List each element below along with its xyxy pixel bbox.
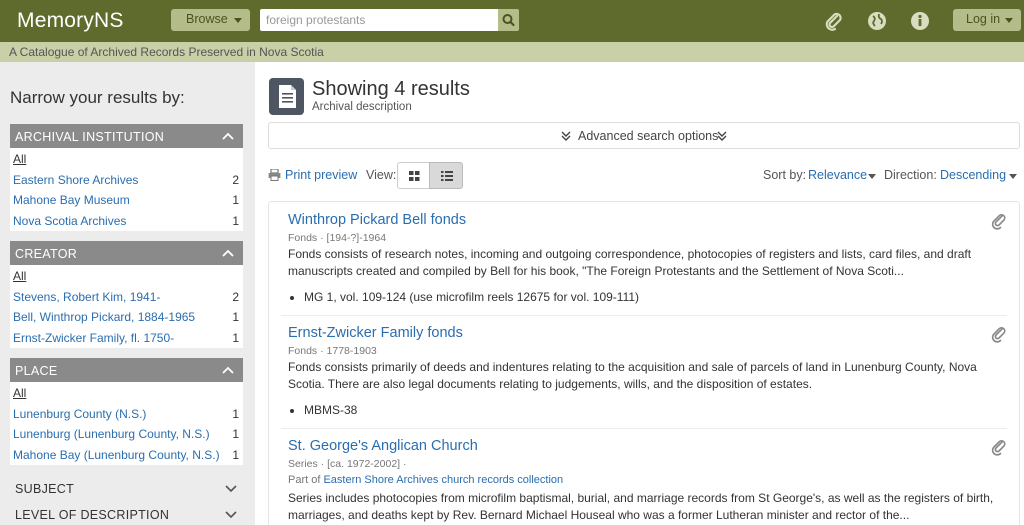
paperclip-icon[interactable] [991, 438, 1007, 456]
globe-icon[interactable] [866, 10, 888, 32]
facet-item-all[interactable]: All [10, 148, 243, 169]
facet-header[interactable]: ARCHIVAL INSTITUTION [10, 124, 243, 148]
printer-icon [268, 168, 281, 181]
paperclip-icon[interactable] [991, 212, 1007, 230]
facet-item[interactable]: Eastern Shore Archives 2 [10, 169, 243, 190]
facet-count: 1 [232, 193, 239, 208]
facet-count: 1 [232, 427, 239, 442]
card-view-button[interactable] [397, 162, 430, 189]
archival-description-icon [269, 78, 304, 115]
result-description: Fonds consists of research notes, incomi… [288, 247, 972, 278]
chevron-down-icon [225, 511, 237, 519]
login-button[interactable]: Log in [953, 9, 1021, 31]
facet-title: ARCHIVAL INSTITUTION [15, 130, 165, 144]
chevron-down-icon [225, 485, 237, 493]
site-tagline: A Catalogue of Archived Records Preserve… [9, 45, 324, 59]
facet-creator: CREATOR All Stevens, Robert Kim, 1941- 2 … [10, 241, 243, 348]
info-icon[interactable] [909, 10, 931, 32]
results-toolbar: Print preview View: Sort by: Relevance D… [268, 162, 1020, 190]
facet-item[interactable]: Lunenburg (Lunenburg County, N.S.) 1 [10, 423, 243, 444]
table-view-button[interactable] [429, 162, 463, 189]
direction-label: Direction: [884, 168, 937, 182]
result-title-link[interactable]: Ernst-Zwicker Family fonds [288, 325, 463, 341]
caret-down-icon[interactable] [868, 174, 876, 179]
chevron-up-icon [222, 132, 234, 140]
grid-icon [409, 171, 420, 181]
result-description: Series includes photocopies from microfi… [288, 491, 994, 522]
facet-title: CREATOR [15, 247, 78, 261]
result-meta: Series · [ca. 1972-2002] · [288, 458, 407, 470]
results-subheading: Archival description [312, 101, 412, 113]
facet-item[interactable]: Stevens, Robert Kim, 1941- 2 [10, 286, 243, 307]
sidebar-title: Narrow your results by: [10, 88, 185, 107]
chevron-up-icon [222, 249, 234, 257]
facet-title: SUBJECT [15, 482, 75, 496]
facet-count: 2 [232, 172, 239, 187]
facet-archival-institution: ARCHIVAL INSTITUTION All Eastern Shore A… [10, 124, 243, 231]
login-label: Log in [966, 12, 1001, 26]
browse-label: Browse [186, 12, 228, 26]
part-of-link[interactable]: Eastern Shore Archives church records co… [323, 474, 563, 486]
result-divider [281, 315, 1007, 316]
facet-item[interactable]: Lunenburg County (N.S.) 1 [10, 403, 243, 424]
caret-down-icon [1005, 18, 1013, 23]
double-chevron-down-icon [561, 131, 571, 141]
paperclip-icon[interactable] [991, 325, 1007, 343]
facet-count: 1 [232, 406, 239, 421]
caret-down-icon[interactable] [1009, 174, 1017, 179]
facet-level-of-description[interactable]: LEVEL OF DESCRIPTION [10, 502, 243, 525]
result-divider [281, 428, 1007, 429]
sort-dropdown[interactable]: Relevance [808, 168, 867, 182]
facet-count: 2 [232, 289, 239, 304]
print-preview-link[interactable]: Print preview [268, 168, 357, 182]
facet-count: 1 [232, 310, 239, 325]
result-title-link[interactable]: St. George's Anglican Church [288, 438, 478, 454]
result-description: Fonds consists primarily of deeds and in… [288, 360, 977, 391]
facet-item[interactable]: Bell, Winthrop Pickard, 1884-1965 1 [10, 306, 243, 327]
search-icon [502, 14, 515, 27]
sort-label: Sort by: [763, 168, 807, 182]
top-navbar: MemoryNS Browse Log in [0, 0, 1024, 42]
print-preview-label: Print preview [285, 168, 358, 182]
chevron-up-icon [222, 366, 234, 374]
result-reference: MBMS-38 [289, 403, 358, 417]
advanced-search-toggle[interactable]: Advanced search options [268, 122, 1020, 149]
facet-count: 1 [232, 214, 239, 229]
search-button[interactable] [498, 9, 519, 31]
tagline-bar: A Catalogue of Archived Records Preserve… [0, 42, 1024, 62]
list-icon [441, 171, 453, 181]
facet-place: PLACE All Lunenburg County (N.S.) 1 Lunen… [10, 358, 243, 465]
direction-dropdown[interactable]: Descending [940, 168, 1006, 182]
results-heading: Showing 4 results [312, 78, 470, 100]
facet-item[interactable]: Mahone Bay Museum 1 [10, 189, 243, 210]
facet-header[interactable]: PLACE [10, 358, 243, 382]
facet-subject[interactable]: SUBJECT [10, 476, 243, 500]
facet-count: 1 [232, 448, 239, 463]
facet-count: 1 [232, 331, 239, 346]
site-logo[interactable]: MemoryNS [17, 9, 124, 33]
facet-header[interactable]: CREATOR [10, 241, 243, 265]
result-part-of: Part of Eastern Shore Archives church re… [288, 474, 564, 486]
clipboard-icon[interactable] [823, 10, 845, 32]
browse-menu-button[interactable]: Browse [171, 9, 250, 31]
result-meta: Fonds · [194-?]-1964 [288, 232, 387, 244]
facet-title: PLACE [15, 364, 58, 378]
result-title-link[interactable]: Winthrop Pickard Bell fonds [288, 212, 466, 228]
facet-title: LEVEL OF DESCRIPTION [15, 508, 170, 522]
facet-item-all[interactable]: All [10, 382, 243, 403]
result-reference: MG 1, vol. 109-124 (use microfilm reels … [289, 290, 640, 304]
facet-item[interactable]: Ernst-Zwicker Family, fl. 1750- 1 [10, 327, 243, 348]
facet-item[interactable]: Mahone Bay (Lunenburg County, N.S.) 1 [10, 444, 243, 465]
caret-down-icon [234, 18, 242, 23]
results-list: Winthrop Pickard Bell fonds Fonds · [194… [268, 201, 1020, 525]
view-label: View: [366, 168, 397, 182]
search-input[interactable] [260, 9, 498, 31]
double-chevron-down-icon [717, 131, 727, 141]
facet-item[interactable]: Nova Scotia Archives 1 [10, 210, 243, 231]
facet-item-all[interactable]: All [10, 265, 243, 286]
advanced-search-label: Advanced search options [578, 129, 719, 143]
result-meta: Fonds · 1778-1903 [288, 345, 377, 357]
